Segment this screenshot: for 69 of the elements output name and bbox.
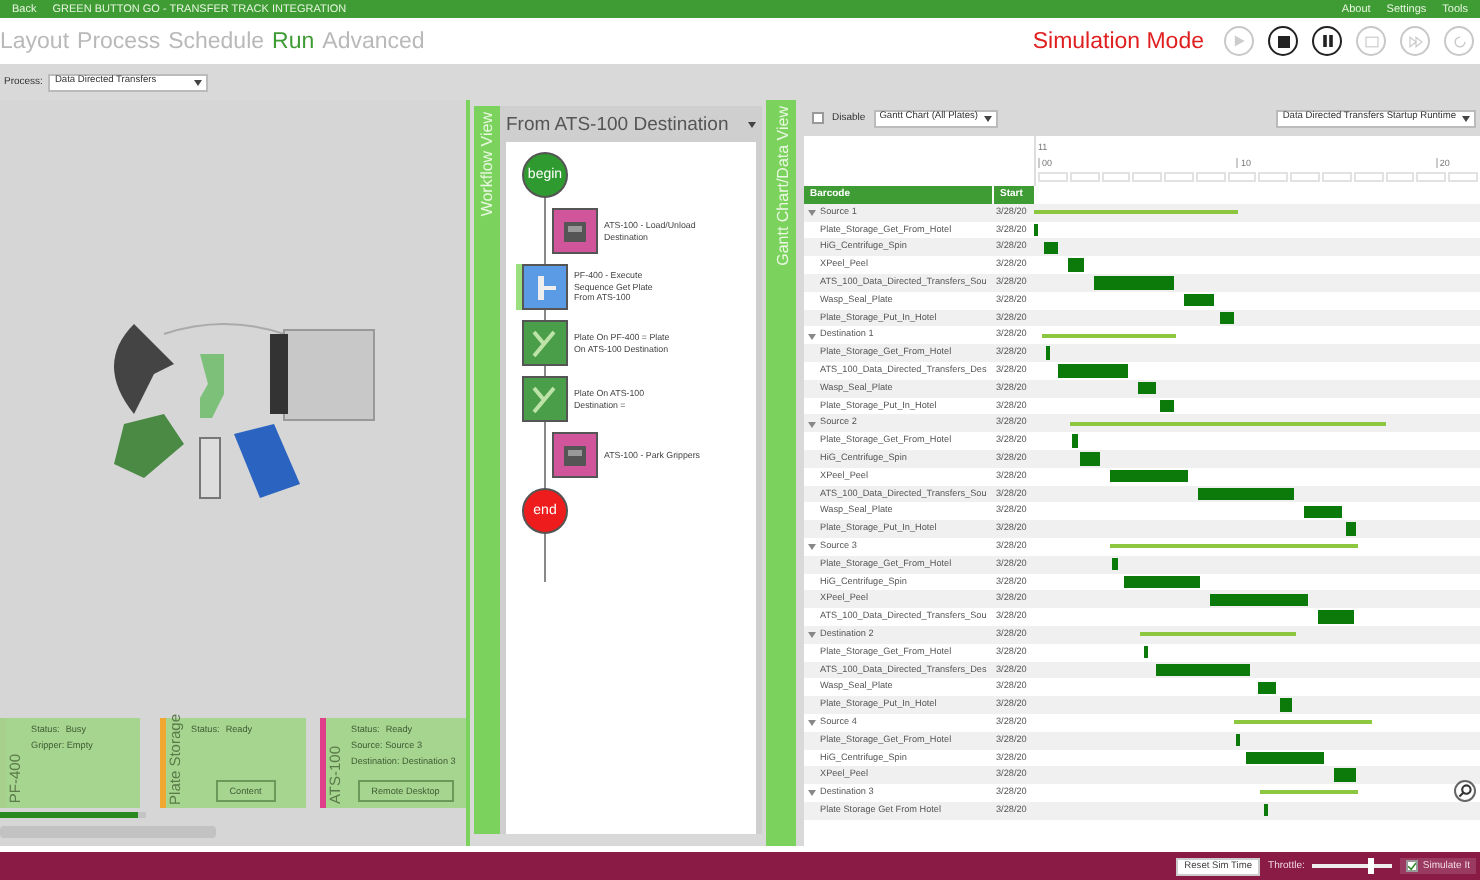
task-bar bbox=[1094, 276, 1175, 290]
expand-caret-icon[interactable] bbox=[808, 208, 816, 217]
stop-icon bbox=[1277, 35, 1289, 47]
step-icon bbox=[1363, 35, 1379, 47]
task-bar bbox=[1210, 593, 1308, 606]
dropdown-caret-icon bbox=[984, 115, 993, 121]
task-bar bbox=[1071, 434, 1077, 448]
workflow-step[interactable] bbox=[522, 376, 568, 422]
task-bar bbox=[1067, 258, 1085, 272]
nav-tab[interactable]: Layout bbox=[0, 29, 70, 53]
expand-caret-icon[interactable] bbox=[808, 542, 816, 551]
nav-tab[interactable]: Run bbox=[272, 29, 315, 53]
instrument-icon bbox=[560, 216, 590, 246]
condition-icon bbox=[530, 384, 560, 414]
task-bar bbox=[1143, 645, 1148, 659]
task-bar bbox=[1280, 698, 1293, 712]
dropdown-caret-icon bbox=[1462, 115, 1470, 121]
task-bar bbox=[1159, 399, 1175, 413]
task-bar bbox=[1346, 522, 1357, 536]
search-icon bbox=[1458, 784, 1472, 798]
task-bar bbox=[1317, 610, 1355, 624]
expand-caret-icon[interactable] bbox=[808, 419, 816, 428]
nav-tab[interactable]: Schedule bbox=[168, 29, 265, 53]
task-bar bbox=[1235, 733, 1240, 747]
task-bar bbox=[1198, 487, 1295, 501]
task-bar bbox=[1333, 768, 1357, 782]
task-bar bbox=[1110, 469, 1189, 483]
pause-icon bbox=[1321, 34, 1333, 48]
workflow-step[interactable] bbox=[552, 432, 598, 478]
dropdown-caret-icon bbox=[748, 121, 756, 127]
summary-bar bbox=[1260, 790, 1359, 795]
reset-icon bbox=[1451, 33, 1467, 49]
slider-thumb[interactable] bbox=[1368, 858, 1375, 874]
nav-tab[interactable]: Process bbox=[77, 29, 161, 53]
instrument-icon bbox=[560, 440, 590, 470]
summary-bar bbox=[1233, 720, 1373, 725]
summary-bar bbox=[1041, 333, 1177, 338]
skip-icon bbox=[1407, 35, 1423, 47]
workflow-title: From ATS-100 Destination bbox=[506, 113, 729, 135]
task-bar bbox=[1184, 293, 1214, 307]
task-bar bbox=[1043, 241, 1058, 254]
disable-checkbox[interactable] bbox=[812, 112, 824, 124]
workflow-step[interactable] bbox=[522, 320, 568, 366]
workflow-step[interactable] bbox=[552, 208, 598, 254]
task-bar bbox=[1245, 751, 1324, 765]
play-icon bbox=[1232, 34, 1246, 48]
task-bar bbox=[1045, 346, 1050, 360]
task-bar bbox=[1264, 804, 1269, 817]
condition-icon bbox=[530, 328, 560, 358]
workflow-step[interactable] bbox=[522, 264, 568, 310]
task-bar bbox=[1057, 364, 1128, 378]
expand-caret-icon[interactable] bbox=[808, 630, 816, 639]
mode-label: Simulation Mode bbox=[1032, 29, 1204, 53]
task-bar bbox=[1303, 505, 1342, 518]
expand-caret-icon[interactable] bbox=[808, 788, 816, 797]
task-bar bbox=[1155, 663, 1250, 677]
expand-caret-icon[interactable] bbox=[808, 718, 816, 727]
task-bar bbox=[1123, 575, 1201, 589]
stop-button[interactable] bbox=[1268, 26, 1298, 56]
task-bar bbox=[1219, 311, 1234, 325]
task-bar bbox=[1257, 681, 1277, 694]
dropdown-caret-icon bbox=[194, 79, 203, 85]
pause-button[interactable] bbox=[1312, 26, 1342, 56]
expand-caret-icon[interactable] bbox=[808, 331, 816, 340]
simulate-checkbox[interactable] bbox=[1406, 860, 1419, 872]
task-bar bbox=[1137, 381, 1156, 395]
nav-tab[interactable]: Advanced bbox=[322, 29, 425, 53]
task-bar bbox=[1112, 557, 1119, 571]
task-bar bbox=[1080, 452, 1101, 466]
